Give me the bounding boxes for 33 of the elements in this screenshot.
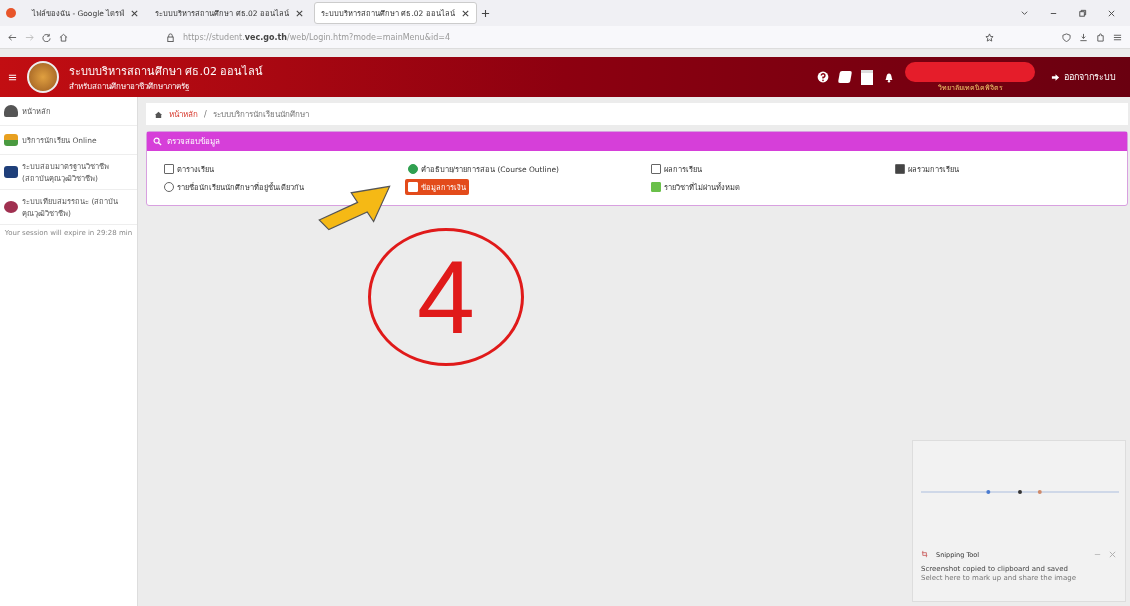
reload-icon[interactable] [42,32,51,42]
plus-icon[interactable] [480,8,490,18]
browser-logo-icon [6,8,16,18]
breadcrumb-current: ระบบบริการนักเรียนนักศึกษา [212,108,309,121]
site-title: ระบบบริหารสถานศึกษา ศธ.02 ออนไลน์ [69,63,264,80]
breadcrumb-separator: / [204,109,207,119]
home-icon[interactable] [59,32,68,42]
search-icon [153,137,162,146]
shield-icon[interactable] [1062,32,1071,42]
panel-title: ตรวจสอบข้อมูล [167,136,220,148]
star-icon[interactable] [985,32,994,42]
logout-icon [1051,72,1060,82]
back-icon[interactable] [8,32,17,42]
bell-icon[interactable] [883,71,895,83]
snip-icon [921,550,930,559]
site-subtitle: สำหรับสถานศึกษาอาชีวศึกษาภาครัฐ [69,80,190,93]
breadcrumb-link[interactable]: หน้าหลัก [169,107,198,121]
close-icon[interactable] [1107,8,1116,18]
close-icon[interactable] [295,8,304,18]
close-icon[interactable] [460,8,470,18]
help-icon[interactable] [817,71,829,83]
menu-icon[interactable] [1113,32,1122,42]
close-icon[interactable] [130,8,140,18]
restore-icon[interactable] [1078,8,1087,18]
home-icon [154,109,163,119]
chevron-down-icon[interactable] [1020,8,1029,18]
lock-icon [166,32,175,42]
menu-icon[interactable] [8,72,17,82]
step-number: 4 [368,228,524,366]
extension-icon[interactable] [1096,32,1105,42]
download-icon[interactable] [1079,32,1088,42]
logout-button[interactable]: ออกจากระบบ [1045,69,1122,85]
emblem-icon [27,61,59,93]
